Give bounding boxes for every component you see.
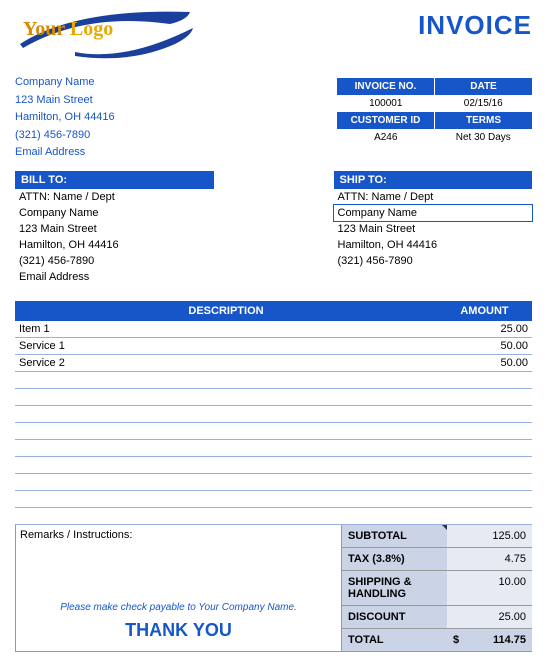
discount-label: DISCOUNT [342,606,447,628]
invoice-meta: INVOICE NO. DATE 100001 02/15/16 CUSTOME… [337,78,532,146]
line-items-table: DESCRIPTION AMOUNT Item 125.00Service 15… [15,301,532,526]
total-value: $ 114.75 [447,629,532,651]
payable-note: Please make check payable to Your Compan… [16,602,341,613]
line-item-row[interactable] [15,491,532,508]
line-item-row[interactable] [15,406,532,423]
line-desc[interactable] [15,440,437,457]
subtotal-value: 125.00 [447,525,532,547]
bill-to-header: BILL TO: [15,171,214,189]
line-amt[interactable] [437,389,532,406]
line-item-row[interactable] [15,440,532,457]
date-value[interactable]: 02/15/16 [435,95,533,112]
remarks-label: Remarks / Instructions: [20,529,337,541]
line-desc[interactable] [15,423,437,440]
invno-header: INVOICE NO. [337,78,435,95]
logo-text-logo: Logo [70,18,113,40]
line-amt[interactable] [437,491,532,508]
line-amt[interactable] [437,372,532,389]
ship-to-block: SHIP TO: ATTN: Name / Dept Company Name … [334,171,533,285]
terms-value[interactable]: Net 30 Days [435,129,533,146]
logo-placeholder: Your Logo [15,10,195,70]
custid-header: CUSTOMER ID [337,112,435,129]
ship-attn[interactable]: ATTN: Name / Dept [334,189,533,205]
tax-value: 4.75 [447,548,532,570]
line-amt[interactable] [437,474,532,491]
totals-block: SUBTOTAL 125.00 TAX (3.8%) 4.75 SHIPPING… [342,525,532,652]
bill-name[interactable]: Company Name [15,205,214,221]
line-item-row[interactable] [15,457,532,474]
logo-text-your: Your [23,18,65,40]
terms-header: TERMS [435,112,532,129]
line-item-row[interactable]: Service 250.00 [15,355,532,372]
line-item-row[interactable] [15,389,532,406]
col-amount: AMOUNT [437,301,532,321]
ship-name[interactable]: Company Name [334,205,533,221]
ship-citystate[interactable]: Hamilton, OH 44416 [334,237,533,253]
line-desc[interactable] [15,457,437,474]
line-item-row[interactable] [15,423,532,440]
line-desc[interactable] [15,491,437,508]
line-amt[interactable]: 50.00 [437,355,532,372]
custid-value[interactable]: A246 [337,129,435,146]
bill-phone[interactable]: (321) 456-7890 [15,253,214,269]
subtotal-label: SUBTOTAL [342,525,447,547]
line-desc[interactable]: Service 1 [15,338,437,355]
invno-value[interactable]: 100001 [337,95,435,112]
discount-value: 25.00 [447,606,532,628]
line-amt[interactable]: 25.00 [437,321,532,338]
line-desc[interactable] [15,389,437,406]
ship-phone[interactable]: (321) 456-7890 [334,253,533,269]
invoice-title: INVOICE [418,10,532,41]
bill-attn[interactable]: ATTN: Name / Dept [15,189,214,205]
line-item-row[interactable]: Item 125.00 [15,321,532,338]
thank-you: THANK YOU [16,620,341,641]
line-desc[interactable]: Service 2 [15,355,437,372]
line-desc[interactable] [15,406,437,423]
ship-to-header: SHIP TO: [334,171,533,189]
line-desc[interactable] [15,372,437,389]
line-desc[interactable] [15,508,437,525]
total-label: TOTAL [342,629,447,651]
bill-to-block: BILL TO: ATTN: Name / Dept Company Name … [15,171,214,285]
line-amt[interactable] [437,406,532,423]
bill-street[interactable]: 123 Main Street [15,221,214,237]
shipping-label: SHIPPING & HANDLING [342,571,447,605]
tax-label: TAX (3.8%) [342,548,447,570]
remarks-box[interactable]: Remarks / Instructions: Please make chec… [15,525,342,652]
line-desc[interactable]: Item 1 [15,321,437,338]
bill-email[interactable]: Email Address [15,269,214,285]
line-item-row[interactable]: Service 150.00 [15,338,532,355]
line-amt[interactable] [437,508,532,525]
line-amt[interactable]: 50.00 [437,338,532,355]
line-item-row[interactable] [15,474,532,491]
date-header: DATE [435,78,532,95]
bill-citystate[interactable]: Hamilton, OH 44416 [15,237,214,253]
line-desc[interactable] [15,474,437,491]
line-item-row[interactable] [15,372,532,389]
company-email: Email Address [15,144,532,161]
line-amt[interactable] [437,423,532,440]
line-item-row[interactable] [15,508,532,525]
line-amt[interactable] [437,457,532,474]
line-amt[interactable] [437,440,532,457]
ship-street[interactable]: 123 Main Street [334,221,533,237]
shipping-value: 10.00 [447,571,532,605]
col-description: DESCRIPTION [15,301,437,321]
